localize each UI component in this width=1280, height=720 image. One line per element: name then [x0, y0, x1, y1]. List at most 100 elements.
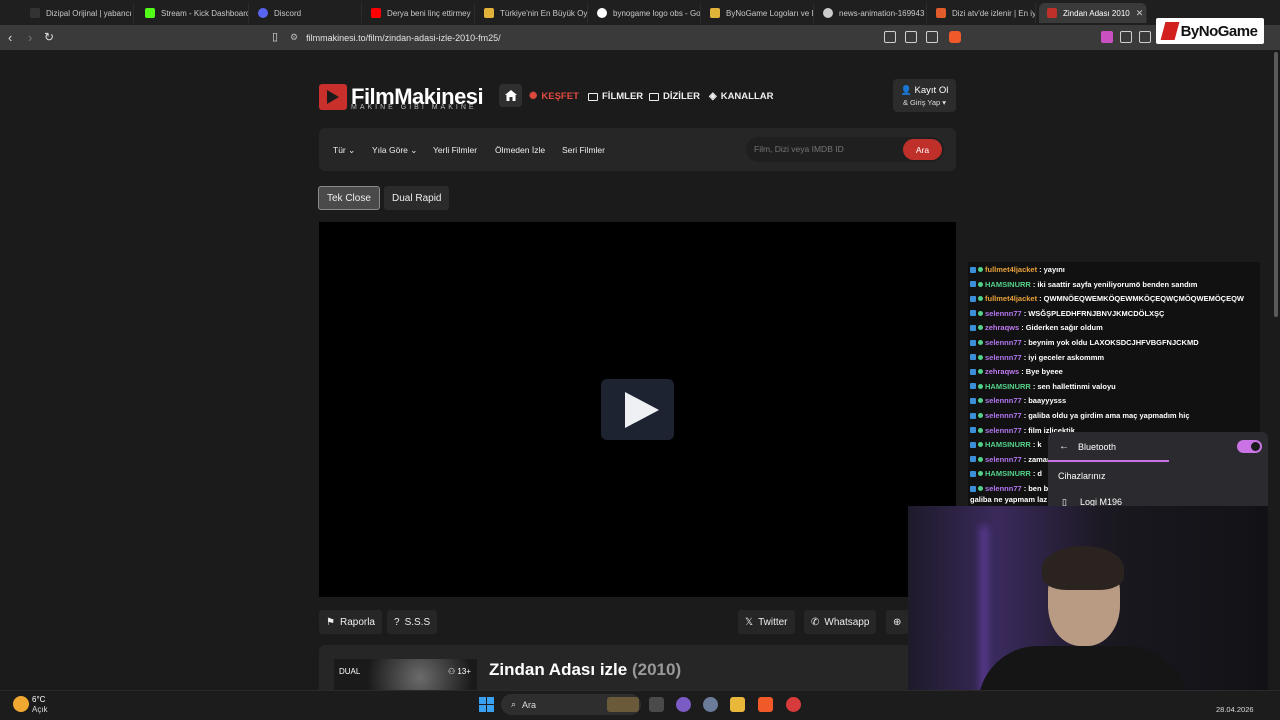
- subnav-olmeden-izle[interactable]: Ölmeden İzle: [495, 145, 545, 155]
- settings-app-icon[interactable]: [703, 697, 718, 712]
- chevron-down-icon: ⌄: [348, 145, 356, 155]
- chat-username[interactable]: HAMSINURR: [985, 469, 1031, 478]
- reader-icon[interactable]: [905, 31, 917, 43]
- chat-username[interactable]: selennn77: [985, 426, 1022, 435]
- chat-username[interactable]: selennn77: [985, 455, 1022, 464]
- home-icon: [504, 90, 517, 101]
- chat-username[interactable]: selennn77: [985, 396, 1022, 405]
- search-highlight-icon[interactable]: [607, 697, 639, 712]
- scrollbar-thumb[interactable]: [1274, 52, 1278, 317]
- task-view-icon[interactable]: [649, 697, 664, 712]
- weather-icon[interactable]: [13, 696, 29, 712]
- play-icon[interactable]: [601, 379, 674, 440]
- taskbar-date: 28.04.2026: [1216, 705, 1254, 714]
- site-info-icon[interactable]: ⚙: [290, 32, 298, 43]
- browser-tab[interactable]: bynogame logo obs - Go: [589, 3, 701, 23]
- chat-separator: :: [1032, 381, 1036, 391]
- chat-message: selennn77 : galiba oldu ya girdim ama ma…: [970, 411, 1260, 420]
- bluetooth-toggle[interactable]: [1237, 440, 1262, 453]
- report-button[interactable]: ⚑ Raporla: [319, 610, 382, 634]
- chat-username[interactable]: fullmet4ljacket: [985, 265, 1037, 274]
- bluetooth-progress-bar: [1048, 460, 1169, 462]
- chat-username[interactable]: zehraqws: [985, 367, 1019, 376]
- chat-username[interactable]: selennn77: [985, 309, 1022, 318]
- search-input[interactable]: [754, 144, 894, 154]
- reload-icon[interactable]: ↻: [44, 30, 54, 44]
- browser-tab[interactable]: news-animation-169943: [815, 3, 927, 23]
- source-dual-rapid-button[interactable]: Dual Rapid: [384, 186, 450, 210]
- person-icon: ⚇: [448, 667, 456, 676]
- whatsapp-share-button[interactable]: ✆ Whatsapp: [804, 610, 877, 634]
- close-tab-icon[interactable]: ✕: [1136, 8, 1144, 19]
- chat-username[interactable]: selennn77: [985, 411, 1022, 420]
- chat-username[interactable]: fullmet4ljacket: [985, 294, 1037, 303]
- site-logo[interactable]: FilmMakinesi MAKINE GIBI MAKINE: [319, 82, 484, 112]
- tab-favicon-icon: [936, 8, 946, 18]
- subnav-yerli-filmler[interactable]: Yerli Filmler: [433, 145, 477, 155]
- forward-icon[interactable]: ›: [28, 30, 32, 45]
- browser-tab[interactable]: Stream - Kick Dashboard: [137, 3, 249, 23]
- twitch-app-icon[interactable]: [676, 697, 691, 712]
- login-register-button[interactable]: 👤 Kayıt Ol & Giriş Yap ▾: [893, 79, 956, 112]
- faq-button[interactable]: ? S.S.S: [387, 610, 438, 634]
- search-button[interactable]: Ara: [903, 139, 942, 160]
- browser-tab[interactable]: Derya beni linç ettirmey: [363, 3, 475, 23]
- chat-status-icon: [978, 340, 983, 345]
- chat-separator: :: [1023, 425, 1027, 435]
- chat-username[interactable]: HAMSINURR: [985, 382, 1031, 391]
- back-icon[interactable]: ‹: [8, 30, 12, 45]
- browser-tab-strip: Dizipal Orijinal | yabancı Stream - Kick…: [0, 0, 1280, 25]
- windows-start-icon[interactable]: [479, 697, 494, 712]
- browser-tab[interactable]: Dizi atv'de izlenir | En iy: [928, 3, 1036, 23]
- chat-badge-icon: [970, 397, 976, 404]
- chat-username[interactable]: selennn77: [985, 353, 1022, 362]
- home-button[interactable]: [499, 84, 522, 107]
- back-arrow-icon[interactable]: ←: [1059, 441, 1069, 452]
- source-tek-close-button[interactable]: Tek Close: [318, 186, 380, 210]
- browser-tab[interactable]: Discord: [250, 3, 362, 23]
- subnav-genre-dropdown[interactable]: Tür ⌄: [333, 145, 355, 156]
- twitter-share-button[interactable]: 𝕏 Twitter: [738, 610, 795, 634]
- chat-text: d: [1037, 469, 1042, 479]
- address-bar[interactable]: ⚙ filmmakinesi.to/film/zindan-adasi-izle…: [290, 28, 880, 47]
- extension-icon[interactable]: [1101, 31, 1113, 43]
- brave-shield-icon[interactable]: [949, 31, 961, 43]
- subnav-year-dropdown[interactable]: Yıla Göre ⌄: [372, 145, 417, 156]
- brave-browser-icon[interactable]: [758, 697, 773, 712]
- browser-tab[interactable]: Türkiye'nin En Büyük Oy: [476, 3, 588, 23]
- file-explorer-icon[interactable]: [730, 697, 745, 712]
- subnav-seri-filmler[interactable]: Seri Filmler: [562, 145, 605, 155]
- browser-tab[interactable]: Dizipal Orijinal | yabancı: [22, 3, 134, 23]
- cast-icon[interactable]: [884, 31, 896, 43]
- chat-text: iyi geceler askommm: [1028, 352, 1105, 362]
- chat-username[interactable]: HAMSINURR: [985, 440, 1031, 449]
- obs-app-icon[interactable]: [786, 697, 801, 712]
- extensions-puzzle-icon[interactable]: [1120, 31, 1132, 43]
- bluetooth-devices-heading: Cihazlarınız: [1058, 471, 1106, 481]
- browser-tab-active[interactable]: Zindan Adası 2010 ✕: [1039, 3, 1147, 23]
- nav-kesfet[interactable]: ✺ KEŞFET: [529, 91, 579, 102]
- browser-toolbar: ‹ › ↻ ▯ ⚙ filmmakinesi.to/film/zindan-ad…: [0, 25, 1280, 50]
- more-share-button[interactable]: ⊕: [886, 610, 910, 634]
- nav-kanallar[interactable]: ◈ KANALLAR: [709, 91, 773, 102]
- chat-badge-icon: [970, 383, 976, 390]
- nav-diziler[interactable]: DİZİLER: [649, 91, 700, 102]
- browser-tab[interactable]: ByNoGame Logoları ve I: [702, 3, 814, 23]
- sidebar-icon[interactable]: [1139, 31, 1151, 43]
- chat-badge-icon: [970, 427, 976, 434]
- chat-message: fullmet4ljacket : QWMNÖEQWEMKÖQEWMKÖÇEQW…: [970, 294, 1260, 303]
- share-icon[interactable]: [926, 31, 938, 43]
- chat-text: baayyysss: [1028, 396, 1067, 406]
- chevron-down-icon: ⌄: [410, 145, 418, 155]
- chat-username[interactable]: zehraqws: [985, 323, 1019, 332]
- chat-username[interactable]: HAMSINURR: [985, 280, 1031, 289]
- nav-filmler[interactable]: FİLMLER: [588, 91, 643, 102]
- chat-username[interactable]: selennn77: [985, 338, 1022, 347]
- bookmark-icon[interactable]: ▯: [272, 30, 278, 43]
- chat-text: beynim yok oldu LAXOKSDCJHFVBGFNJCKMD: [1028, 338, 1199, 347]
- tab-favicon-icon: [597, 8, 607, 18]
- tab-favicon-icon: [484, 8, 494, 18]
- weather-temperature: 6°C: [32, 695, 46, 704]
- dual-badge: DUAL: [339, 667, 361, 676]
- chat-username[interactable]: selennn77: [985, 484, 1022, 493]
